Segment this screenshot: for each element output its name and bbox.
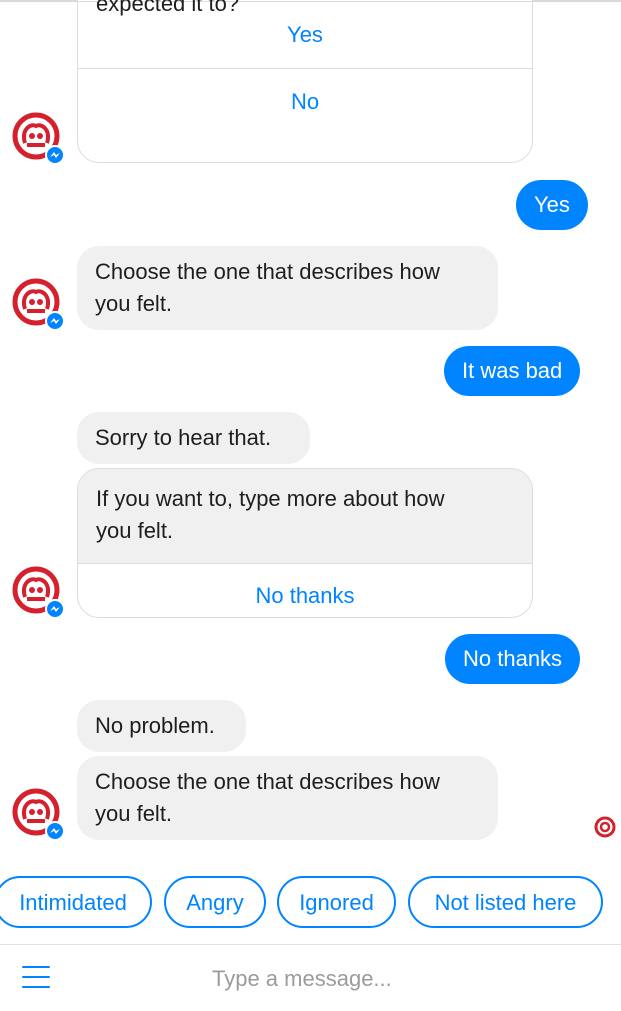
- bot-message-choose-1-line1: Choose the one that describes how: [95, 259, 440, 284]
- bot-message-choose-1-text: Choose the one that describes how you fe…: [95, 246, 480, 330]
- question-card-1-header: expected it to?: [78, 0, 532, 16]
- bot-message-choose-2: Choose the one that describes how you fe…: [77, 756, 498, 840]
- bot-message-sorry-text: Sorry to hear that.: [95, 425, 272, 450]
- bot-avatar-4: [12, 788, 64, 840]
- messenger-chat-screen: expected it to? Yes No Yes Choose the on…: [0, 0, 621, 1011]
- bot-message-choose-2-line2: you felt.: [95, 801, 173, 826]
- bot-avatar-3: [12, 566, 64, 618]
- bot-avatar-2: [12, 278, 64, 330]
- bot-avatar-1: [12, 112, 64, 164]
- bot-message-sorry: Sorry to hear that.: [77, 412, 310, 464]
- composer-divider: [0, 944, 621, 945]
- bot-logo-icon: [12, 566, 64, 618]
- quick-reply-angry[interactable]: Angry: [164, 876, 266, 928]
- question-card-2: If you want to, type more about how you …: [77, 468, 533, 618]
- question-card-2-header: If you want to, type more about how you …: [78, 469, 532, 564]
- seen-indicator-icon: [594, 816, 616, 838]
- quick-reply-not-listed-here[interactable]: Not listed here: [408, 876, 603, 928]
- bot-logo-icon: [12, 788, 64, 840]
- bot-message-choose-2-line1: Choose the one that describes how: [95, 769, 440, 794]
- card-1-no-button[interactable]: No: [78, 68, 532, 135]
- quick-reply-ignored[interactable]: Ignored: [277, 876, 396, 928]
- quick-reply-intimidated[interactable]: Intimidated: [0, 876, 152, 928]
- user-message-yes: Yes: [516, 180, 588, 230]
- question-card-2-line1: If you want to, type more about how: [96, 486, 445, 511]
- bot-message-choose-2-text: Choose the one that describes how you fe…: [95, 756, 480, 840]
- bot-message-choose-1: Choose the one that describes how you fe…: [77, 246, 498, 330]
- bot-message-no-problem-text: No problem.: [95, 713, 215, 738]
- card-2-no-thanks-button[interactable]: No thanks: [78, 564, 532, 617]
- user-message-it-was-bad: It was bad: [444, 346, 581, 396]
- user-message-no-thanks: No thanks: [445, 634, 581, 684]
- question-card-1: expected it to? Yes No: [77, 0, 533, 163]
- question-card-2-line2: you felt.: [96, 518, 174, 543]
- hamburger-menu-icon[interactable]: [22, 964, 50, 990]
- bot-message-choose-1-line2: you felt.: [95, 291, 173, 316]
- quick-replies: Intimidated Angry Ignored Not listed her…: [0, 876, 621, 930]
- bot-message-no-problem: No problem.: [77, 700, 246, 752]
- message-input[interactable]: [212, 961, 592, 997]
- bot-logo-icon: [12, 112, 64, 164]
- bot-logo-icon: [12, 278, 64, 330]
- question-card-1-text: expected it to?: [96, 0, 240, 16]
